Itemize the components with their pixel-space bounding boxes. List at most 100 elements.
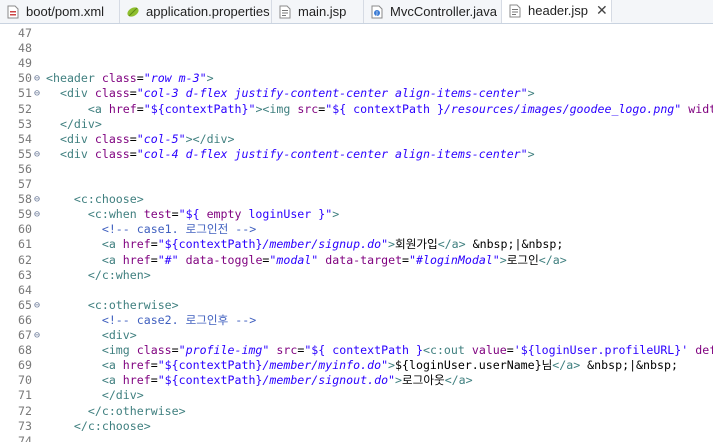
fold-toggle-icon[interactable]: ⊖ — [34, 207, 44, 222]
tab-main-jsp[interactable]: main.jsp — [272, 0, 364, 23]
code-token: = — [150, 252, 158, 267]
jsp-file-icon — [508, 4, 522, 18]
code-token: value — [471, 343, 507, 358]
code-line[interactable]: 58 ⊖ <c:choose> — [0, 192, 713, 207]
code-token: <c:out — [422, 343, 472, 358]
code-line[interactable]: 73 </c:choose> — [0, 419, 713, 434]
code-token: href — [108, 101, 137, 116]
code-token: <a — [101, 237, 123, 252]
code-text: <header class="row m-3"> — [46, 71, 214, 86]
code-token: <a — [87, 101, 109, 116]
fold-toggle-icon[interactable]: ⊖ — [34, 147, 44, 162]
code-token: > — [388, 237, 396, 252]
code-token: = — [136, 101, 144, 116]
code-line[interactable]: 61 <a href="${contextPath}/member/signup… — [0, 237, 713, 252]
code-line[interactable]: 47 — [0, 26, 713, 41]
code-line[interactable]: 52 <a href="${contextPath}"><img src="${… — [0, 102, 713, 117]
code-token: "row m-3" — [143, 71, 207, 86]
fold-toggle-icon[interactable]: ⊖ — [34, 71, 44, 86]
code-token: class — [101, 71, 137, 86]
code-token: </div> — [59, 116, 102, 131]
code-text: <div class="col-4 d-flex justify-content… — [46, 147, 535, 162]
code-line[interactable]: 64 — [0, 283, 713, 298]
tab-mvccontroller-java[interactable]: J MvcController.java — [364, 0, 502, 23]
fold-toggle-icon[interactable]: ⊖ — [34, 328, 44, 343]
code-token: <!-- case1. 로그인전 --> — [101, 222, 257, 237]
tab-label: MvcController.java — [390, 4, 497, 19]
code-token: <div — [59, 131, 95, 146]
code-token: = — [171, 207, 179, 222]
code-line[interactable]: 53 </div> — [0, 117, 713, 132]
code-line[interactable]: 62 <a href="#" data-toggle="modal" data-… — [0, 253, 713, 268]
code-token: </c:choose> — [73, 418, 151, 433]
line-number: 74 — [18, 433, 32, 442]
code-token: = — [136, 71, 144, 86]
code-token: <img — [101, 343, 137, 358]
code-line[interactable]: 60 <!-- case1. 로그인전 --> — [0, 222, 713, 237]
code-line[interactable]: 65 ⊖ <c:otherwise> — [0, 298, 713, 313]
code-token: > — [332, 207, 340, 222]
code-token: data-toggle — [185, 252, 263, 267]
code-token: = — [129, 131, 137, 146]
line-number: 55 — [18, 146, 32, 161]
code-token: </a> — [437, 237, 466, 252]
code-text: <div class="col-5"></div> — [46, 132, 235, 147]
code-token: > — [499, 252, 507, 267]
code-token: "col-3 d-flex justify-content-center ali… — [136, 86, 528, 101]
code-line[interactable]: 51 ⊖ <div class="col-3 d-flex justify-con… — [0, 86, 713, 101]
code-line[interactable]: 63 </c:when> — [0, 268, 713, 283]
code-line[interactable]: 66 <!-- case2. 로그인후 --> — [0, 313, 713, 328]
code-line[interactable]: 49 — [0, 56, 713, 71]
fold-toggle-icon[interactable]: ⊖ — [34, 192, 44, 207]
code-line[interactable]: 50 ⊖ <header class="row m-3"> — [0, 71, 713, 86]
code-line[interactable]: 70 <a href="${contextPath}/member/signou… — [0, 373, 713, 388]
code-line[interactable]: 74 — [0, 434, 713, 442]
code-token: > — [395, 373, 403, 388]
code-line[interactable]: 59 ⊖ <c:when test="${ empty loginUser }"> — [0, 207, 713, 222]
code-token: /member/signup.do" — [262, 237, 389, 252]
code-line[interactable]: 56 — [0, 162, 713, 177]
line-number: 62 — [18, 252, 32, 267]
code-text: </c:otherwise> — [46, 404, 186, 419]
line-number: 67 — [18, 328, 32, 342]
code-line[interactable]: 67 ⊖ <div> — [0, 328, 713, 343]
tab-application-properties[interactable]: application.properties — [120, 0, 272, 23]
code-line[interactable]: 69 <a href="${contextPath}/member/myinfo… — [0, 358, 713, 373]
code-token: "profile-img" — [178, 343, 270, 358]
fold-toggle-icon[interactable]: ⊖ — [34, 298, 44, 313]
code-line[interactable]: 72 </c:otherwise> — [0, 404, 713, 419]
code-token: def — [695, 343, 713, 358]
tab-label: boot/pom.xml — [26, 4, 105, 19]
code-line[interactable]: 55 ⊖ <div class="col-4 d-flex justify-con… — [0, 147, 713, 162]
code-line[interactable]: 57 — [0, 177, 713, 192]
code-editor[interactable]: 47 48 49 50 ⊖ <header class="row m-3"> 51 ⊖ <di… — [0, 24, 713, 442]
code-line[interactable]: 48 — [0, 41, 713, 56]
line-number: 68 — [18, 343, 32, 358]
svg-text:J: J — [375, 11, 377, 17]
editor-tab-bar: boot/pom.xml application.properties main.j… — [0, 0, 713, 24]
code-token: = — [171, 343, 179, 358]
code-token: <c:when — [87, 207, 144, 222]
code-token: /member/myinfo.do" — [262, 358, 389, 373]
code-text: <c:otherwise> — [46, 298, 179, 313]
code-token: src — [276, 343, 298, 358]
tab-header-jsp[interactable]: header.jsp ✕ — [502, 0, 612, 23]
code-token: > — [388, 358, 396, 373]
code-line[interactable]: 54 <div class="col-5"></div> — [0, 132, 713, 147]
code-token: </a> — [538, 252, 567, 267]
code-text: <img class="profile-img" src="${ context… — [46, 343, 713, 358]
code-token: class — [136, 343, 172, 358]
code-line[interactable]: 71 </div> — [0, 388, 713, 403]
close-icon[interactable]: ✕ — [596, 2, 608, 19]
code-token: "${contextPath} — [157, 373, 263, 388]
line-number: 49 — [18, 56, 32, 71]
code-token: "modal" — [269, 252, 319, 267]
code-line[interactable]: 68 <img class="profile-img" src="${ cont… — [0, 343, 713, 358]
code-token: /member/signout.do" — [262, 373, 396, 388]
code-text: </c:when> — [46, 268, 151, 283]
code-token: ></div> — [185, 131, 235, 146]
fold-toggle-icon[interactable]: ⊖ — [34, 86, 44, 101]
tab-boot-pom-xml[interactable]: boot/pom.xml — [0, 0, 120, 23]
code-text: </div> — [46, 117, 102, 132]
